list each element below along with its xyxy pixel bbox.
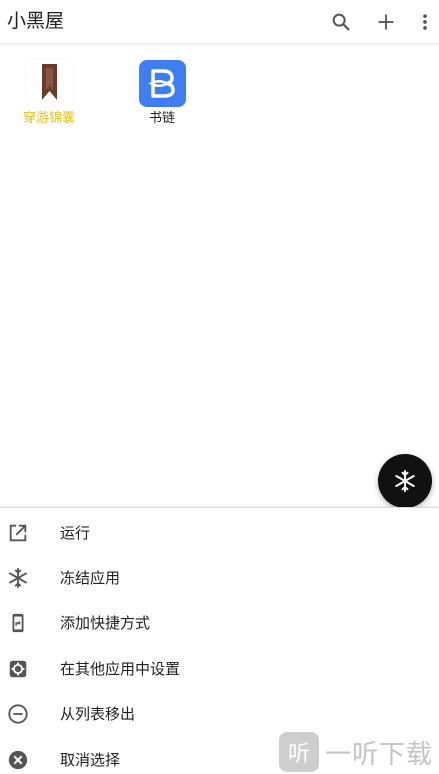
open-external-icon: [6, 521, 30, 545]
remove-circle-icon: [6, 702, 30, 726]
app-item-shulian[interactable]: 书链: [117, 60, 207, 128]
shulian-app-icon: [138, 60, 186, 107]
snowflake-icon: [6, 566, 30, 590]
menu-item-add-shortcut[interactable]: 添加快捷方式: [0, 600, 439, 645]
watermark-badge: 听: [279, 732, 319, 772]
shortcut-icon: [6, 611, 30, 635]
menu-item-label: 冻结应用: [60, 568, 121, 587]
overflow-menu-button[interactable]: [411, 6, 439, 38]
plus-icon: [378, 14, 394, 30]
settings-icon: [6, 657, 30, 681]
watermark-text: 一听下载: [325, 739, 434, 770]
app-item-chuanyou[interactable]: 穿游锦囊: [4, 60, 94, 128]
menu-item-label: 从列表移出: [60, 704, 136, 723]
app-label: 书链: [148, 111, 175, 126]
menu-item-label: 运行: [60, 523, 91, 542]
app-root: 小黑屋 穿游锦囊 书链 运行 冻结应用 添加快捷方式 在其他应用中设置 从列表移…: [0, 0, 439, 774]
page-title: 小黑屋: [7, 10, 65, 32]
cancel-circle-icon: [6, 748, 30, 772]
snowflake-icon: [395, 470, 415, 492]
menu-item-settings-in-other-app[interactable]: 在其他应用中设置: [0, 646, 439, 691]
menu-item-run[interactable]: 运行: [0, 510, 439, 555]
freeze-fab-button[interactable]: [378, 454, 432, 508]
menu-item-freeze[interactable]: 冻结应用: [0, 555, 439, 600]
menu-item-label: 在其他应用中设置: [60, 659, 181, 678]
menu-item-label: 添加快捷方式: [60, 613, 151, 632]
menu-item-label: 取消选择: [60, 750, 121, 769]
more-vertical-icon: [423, 14, 427, 30]
add-button[interactable]: [370, 6, 402, 38]
top-app-bar: 小黑屋: [0, 0, 439, 44]
bookmark-app-icon: [25, 60, 73, 107]
app-label: 穿游锦囊: [22, 111, 75, 126]
watermark: 听 一听下载: [279, 730, 439, 774]
search-icon: [332, 13, 350, 31]
search-button[interactable]: [325, 6, 357, 38]
